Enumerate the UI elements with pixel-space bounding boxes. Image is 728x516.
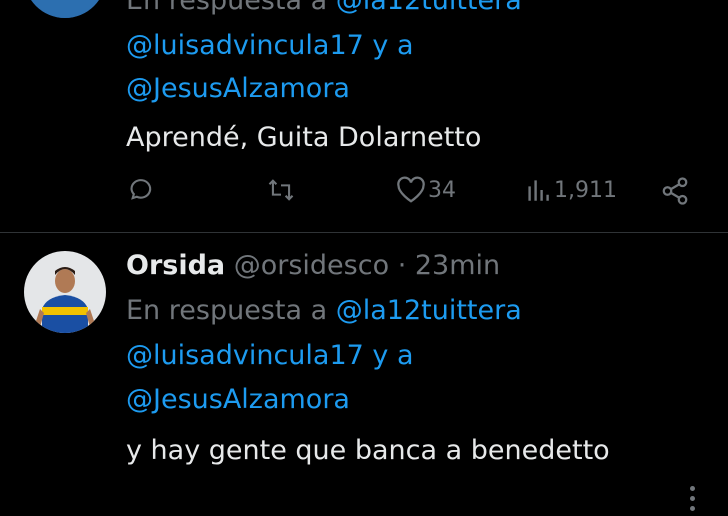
mention-link[interactable]: @luisadvincula17 [126,30,364,61]
like-count: 34 [428,177,456,203]
mention-link[interactable]: @la12tuittera [336,0,522,16]
avatar[interactable] [24,251,106,333]
like-button[interactable]: 34 [396,176,456,204]
and-word: y a [363,340,414,371]
reply-context: En respuesta a @la12tuittera [126,0,522,18]
reply-context: En respuesta a @la12tuittera [126,294,522,328]
reply-icon [130,179,152,200]
retweet-icon [268,179,294,201]
views-button[interactable]: 1,911 [526,176,617,204]
handle[interactable]: @orsidesco [234,250,389,281]
more-options-icon[interactable] [690,486,698,516]
reply-context-line-2: @luisadvincula17 y a [126,339,414,373]
reply-context-line-3: @JesusAlzamora [126,383,350,417]
tweet-header: Orsida @orsidesco · 23min [126,249,500,283]
avatar[interactable] [24,0,106,18]
share-icon [662,177,688,205]
reply-prefix: En respuesta a [126,295,328,326]
reply-button[interactable] [128,176,156,204]
tweet-1[interactable]: En respuesta a @la12tuittera @luisadvinc… [0,0,728,232]
timestamp[interactable]: 23min [415,250,500,281]
retweet-button[interactable] [266,176,296,204]
tweet-2[interactable]: Orsida @orsidesco · 23min En respuesta a… [0,233,728,511]
mention-link[interactable]: @la12tuittera [336,295,522,326]
tweet-actions: 34 1,911 [126,176,706,212]
view-count: 1,911 [554,177,617,203]
dot-separator: · [389,250,415,281]
mention-link[interactable]: @JesusAlzamora [126,384,350,415]
mention-link[interactable]: @JesusAlzamora [126,73,350,104]
reply-context-line-2: @luisadvincula17 y a [126,29,414,63]
share-button[interactable] [660,176,690,206]
and-word: y a [363,30,414,61]
reply-prefix: En respuesta a [126,0,328,16]
mention-link[interactable]: @luisadvincula17 [126,340,364,371]
tweet-text: y hay gente que banca a benedetto [126,435,610,466]
heart-icon [397,176,425,203]
tweet-text: Aprendé, Guita Dolarnetto [126,122,482,153]
display-name[interactable]: Orsida [126,250,225,281]
reply-context-line-3: @JesusAlzamora [126,72,350,106]
views-icon [528,180,549,201]
